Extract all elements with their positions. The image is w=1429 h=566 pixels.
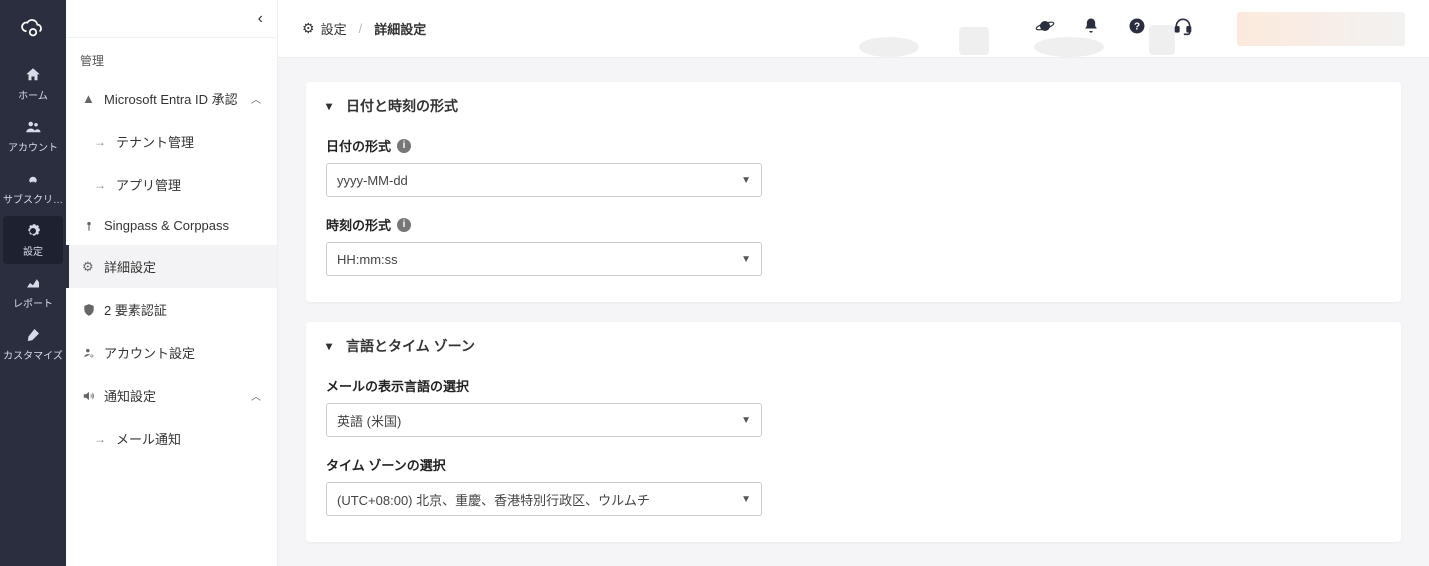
arrow-right-icon: → <box>94 178 106 192</box>
user-settings-icon <box>82 346 104 360</box>
bell-icon[interactable] <box>1081 16 1101 41</box>
arrow-right-icon: → <box>94 135 106 149</box>
sidebar-item-advanced[interactable]: ⚙ 詳細設定 <box>66 245 277 288</box>
collapse-toggle-icon[interactable]: ▾ <box>326 339 332 353</box>
svg-text:?: ? <box>1134 21 1140 32</box>
sidebar-item-app[interactable]: → アプリ管理 <box>66 163 277 206</box>
card-datetime: ▾ 日付と時刻の形式 日付の形式 i yyyy-MM-dd ▼ <box>306 82 1401 302</box>
info-icon[interactable]: i <box>397 139 411 153</box>
chevron-down-icon: ▼ <box>741 254 751 265</box>
sidebar-item-label: Microsoft Entra ID 承認 <box>104 89 238 108</box>
sidebar-item-tenant[interactable]: → テナント管理 <box>66 120 277 163</box>
chevron-down-icon: ▼ <box>741 175 751 186</box>
header-actions: ? <box>1035 12 1405 46</box>
nav-label: レポート <box>13 295 53 310</box>
sidebar-item-label: アカウント設定 <box>104 343 195 362</box>
nav-label: 設定 <box>23 243 43 258</box>
nav-home[interactable]: ホーム <box>3 60 63 108</box>
primary-nav: ホーム アカウント サブスクリ… 設定 レポート カスタマイズ <box>0 0 66 566</box>
sidebar-item-label: 詳細設定 <box>104 257 156 276</box>
app-logo <box>0 0 66 58</box>
gear-icon: ⚙ <box>82 259 104 275</box>
speaker-icon <box>82 389 104 403</box>
collapse-toggle-icon[interactable]: ▾ <box>326 99 332 113</box>
timezone-select[interactable]: (UTC+08:00) 北京、重慶、香港特別行政区、ウルムチ ▼ <box>326 482 762 516</box>
breadcrumb-settings[interactable]: 設定 <box>321 19 347 38</box>
entra-icon: ▲ <box>82 91 104 106</box>
field-label: 時刻の形式 <box>326 215 391 234</box>
sidebar-item-label: アプリ管理 <box>116 175 181 194</box>
chevron-up-icon: ︿ <box>251 388 261 403</box>
main: ⚙ 設定 / 詳細設定 ? <box>278 0 1429 566</box>
nav-subscription[interactable]: サブスクリ… <box>3 164 63 212</box>
sidebar-collapse-row: ‹ <box>66 0 277 38</box>
nav-account[interactable]: アカウント <box>3 112 63 160</box>
sidebar-item-account[interactable]: アカウント設定 <box>66 331 277 374</box>
select-value: HH:mm:ss <box>337 252 398 267</box>
nav-label: ホーム <box>18 87 48 102</box>
card-title: 言語とタイム ゾーン <box>346 336 475 356</box>
nav-label: カスタマイズ <box>3 347 63 362</box>
planet-icon[interactable] <box>1035 16 1055 41</box>
content: ▾ 日付と時刻の形式 日付の形式 i yyyy-MM-dd ▼ <box>278 58 1429 566</box>
info-icon[interactable]: i <box>397 218 411 232</box>
sidebar-item-singpass[interactable]: Singpass & Corppass <box>66 206 277 245</box>
chevron-up-icon: ︿ <box>251 91 261 106</box>
sidebar-item-mail[interactable]: → メール通知 <box>66 417 277 460</box>
sidebar-item-label: 2 要素認証 <box>104 300 167 319</box>
field-label: 日付の形式 <box>326 136 391 155</box>
sidebar-item-label: メール通知 <box>116 429 181 448</box>
select-value: yyyy-MM-dd <box>337 173 408 188</box>
gear-icon: ⚙ <box>302 20 315 37</box>
user-menu[interactable] <box>1237 12 1405 46</box>
sidebar-item-entra[interactable]: ▲ Microsoft Entra ID 承認 ︿ <box>66 77 277 120</box>
breadcrumb-current: 詳細設定 <box>374 19 426 38</box>
language-select[interactable]: 英語 (米国) ▼ <box>326 403 762 437</box>
nav-report[interactable]: レポート <box>3 268 63 316</box>
help-icon[interactable]: ? <box>1127 16 1147 41</box>
field-label: タイム ゾーンの選択 <box>326 455 446 474</box>
field-label: メールの表示言語の選択 <box>326 376 469 395</box>
sidebar-item-notify[interactable]: 通知設定 ︿ <box>66 374 277 417</box>
breadcrumb: ⚙ 設定 / 詳細設定 <box>302 19 426 38</box>
sidebar-item-label: 通知設定 <box>104 386 156 405</box>
shield-icon <box>82 303 104 317</box>
page-header: ⚙ 設定 / 詳細設定 ? <box>278 0 1429 58</box>
sidebar-item-label: テナント管理 <box>116 132 194 151</box>
headset-icon[interactable] <box>1173 16 1193 41</box>
nav-label: アカウント <box>8 139 58 154</box>
nav-label: サブスクリ… <box>3 191 63 206</box>
user-icon <box>82 219 104 233</box>
settings-sidebar: ‹ 管理 ▲ Microsoft Entra ID 承認 ︿ → テナント管理 … <box>66 0 278 566</box>
breadcrumb-sep: / <box>359 21 363 36</box>
arrow-right-icon: → <box>94 432 106 446</box>
chevron-down-icon: ▼ <box>741 415 751 426</box>
collapse-sidebar-icon[interactable]: ‹ <box>258 10 263 28</box>
sidebar-item-mfa[interactable]: 2 要素認証 <box>66 288 277 331</box>
date-format-select[interactable]: yyyy-MM-dd ▼ <box>326 163 762 197</box>
nav-settings[interactable]: 設定 <box>3 216 63 264</box>
select-value: (UTC+08:00) 北京、重慶、香港特別行政区、ウルムチ <box>337 490 650 509</box>
nav-customize[interactable]: カスタマイズ <box>3 320 63 368</box>
card-locale: ▾ 言語とタイム ゾーン メールの表示言語の選択 英語 (米国) ▼ <box>306 322 1401 542</box>
card-title: 日付と時刻の形式 <box>346 96 458 116</box>
select-value: 英語 (米国) <box>337 411 401 430</box>
time-format-select[interactable]: HH:mm:ss ▼ <box>326 242 762 276</box>
sidebar-item-label: Singpass & Corppass <box>104 218 229 233</box>
chevron-down-icon: ▼ <box>741 494 751 505</box>
sidebar-section-title: 管理 <box>66 38 277 77</box>
